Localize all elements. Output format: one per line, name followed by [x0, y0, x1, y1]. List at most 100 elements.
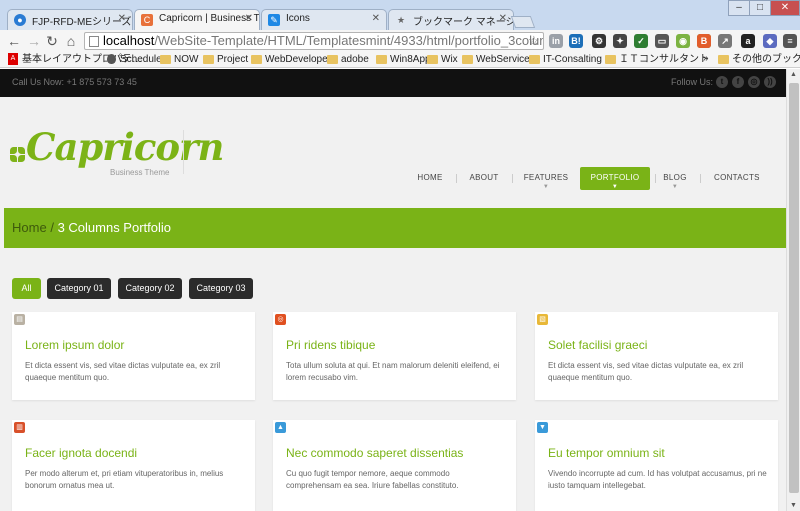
amazon-icon[interactable]: a: [741, 34, 755, 48]
nav-portfolio[interactable]: PORTFOLIO ▼: [580, 167, 650, 190]
hatena-icon[interactable]: B!: [569, 34, 583, 48]
scroll-down-icon[interactable]: ▼: [790, 502, 797, 509]
close-tab-icon[interactable]: ✕: [372, 13, 380, 24]
filter-category-02-button[interactable]: Category 02: [118, 278, 182, 299]
nav-features[interactable]: FEATURES ▼: [522, 173, 570, 190]
bookmark-item[interactable]: IT-Consalting: [529, 53, 602, 66]
cast-icon[interactable]: ▭: [655, 34, 669, 48]
puzzle-icon[interactable]: ✦: [613, 34, 627, 48]
nav-contacts[interactable]: CONTACTS: [714, 173, 760, 182]
portfolio-card-text: Et dicta essent vis, sed vitae dictas vu…: [548, 361, 744, 382]
portfolio-card[interactable]: ▤ Lorem ipsum dolor Et dicta essent vis, s…: [12, 312, 255, 400]
folder-icon: [529, 55, 540, 64]
nav-label: HOME: [417, 173, 443, 182]
bookmark-label: その他のブックマーク: [732, 54, 800, 65]
bookmarks-bar: A 基本レイアウトプロパテ… Schedule NOW Project WebDe…: [0, 52, 800, 68]
minimize-button[interactable]: –: [728, 0, 750, 16]
portfolio-card[interactable]: ▥ Facer ignota docendi Per modo alterum et…: [12, 420, 255, 511]
nav-label: CONTACTS: [714, 173, 760, 182]
twitter-icon[interactable]: t: [716, 76, 728, 88]
bookmark-item[interactable]: adobe: [327, 53, 369, 66]
bookmark-label: IT-Consalting: [543, 54, 602, 65]
facebook-icon[interactable]: f: [732, 76, 744, 88]
bookmark-label: Wix: [441, 54, 458, 65]
url-path: /WebSite-Template/HTML/Templatesmint/493…: [154, 33, 544, 48]
check-icon[interactable]: ✓: [634, 34, 648, 48]
filter-category-01-button[interactable]: Category 01: [47, 278, 111, 299]
apple-icon: [107, 54, 116, 64]
folder-icon: [427, 55, 438, 64]
address-bar[interactable]: localhost/WebSite-Template/HTML/Template…: [84, 32, 544, 50]
shield-icon[interactable]: ◆: [763, 34, 777, 48]
bookmark-star-icon[interactable]: ☆: [528, 33, 540, 49]
bookmarks-overflow-button[interactable]: »: [703, 53, 709, 64]
close-tab-icon[interactable]: ✕: [245, 13, 253, 24]
rss-icon[interactable]: )): [764, 76, 776, 88]
close-window-button[interactable]: ✕: [770, 0, 800, 16]
bookmark-item[interactable]: WebDeveloper: [251, 53, 331, 66]
page-scrollbar[interactable]: ▲ ▼: [786, 69, 800, 511]
browser-tab-4[interactable]: ★ ブックマーク マネージャ ✕: [388, 9, 514, 30]
close-tab-icon[interactable]: ✕: [118, 13, 126, 24]
filter-category-03-button[interactable]: Category 03: [189, 278, 253, 299]
portfolio-card[interactable]: ▧ Solet facilisi graeci Et dicta essent vi…: [535, 312, 778, 400]
bookmark-item[interactable]: Schedule: [106, 53, 162, 66]
browser-tab-1[interactable]: ● FJP-RFD-MEシリーズ【従来 ✕: [7, 9, 133, 30]
nav-divider: [700, 174, 701, 183]
bookmark-label: Schedule: [120, 54, 162, 65]
bookmark-item[interactable]: NOW: [160, 53, 198, 66]
portfolio-card[interactable]: ◎ Pri ridens tibique Tota ullum soluta at …: [273, 312, 516, 400]
breadcrumb-home-link[interactable]: Home: [12, 220, 47, 235]
logo-wordmark: Capricorn: [26, 125, 224, 169]
nav-about[interactable]: ABOUT: [466, 173, 502, 182]
portfolio-card-title[interactable]: Pri ridens tibique: [286, 338, 375, 352]
portfolio-card-title[interactable]: Solet facilisi graeci: [548, 338, 647, 352]
portfolio-card[interactable]: ▼ Eu tempor omnium sit Vivendo incorrupte …: [535, 420, 778, 511]
clover-icon: [10, 147, 26, 163]
bookmark-item[interactable]: WebService: [462, 53, 530, 66]
bookmark-item[interactable]: Wix: [427, 53, 458, 66]
nav-label: PORTFOLIO: [590, 173, 640, 182]
adobe-icon: A: [8, 53, 18, 65]
portfolio-card-title[interactable]: Lorem ipsum dolor: [25, 338, 124, 352]
portfolio-card-text: Et dicta essent vis, sed vitae dictas vu…: [25, 361, 221, 382]
page-title: 3 Columns Portfolio: [57, 220, 172, 235]
other-bookmarks[interactable]: その他のブックマーク: [718, 53, 800, 66]
star-icon: ★: [396, 15, 406, 25]
portfolio-card-text: Tota ullum soluta at qui. Et nam malorum…: [286, 361, 500, 382]
home-icon[interactable]: ⌂: [63, 33, 79, 49]
share-icon[interactable]: ↗: [718, 34, 732, 48]
dribbble-icon[interactable]: ◎: [748, 76, 760, 88]
back-arrow-icon[interactable]: ←: [6, 33, 22, 49]
chevron-down-icon: ▼: [671, 184, 679, 190]
folder-icon: [718, 55, 729, 64]
browser-tab-2[interactable]: C Capricorn | Business Th ✕: [134, 9, 260, 30]
reader-icon[interactable]: in: [549, 34, 563, 48]
bookmark-item[interactable]: ＩＴコンサルタント: [605, 53, 709, 66]
portfolio-card-title[interactable]: Facer ignota docendi: [25, 446, 137, 460]
nav-home[interactable]: HOME: [414, 173, 446, 182]
portfolio-card-title[interactable]: Nec commodo saperet dissentias: [286, 446, 463, 460]
chevron-down-icon: ▼: [542, 184, 550, 190]
shirt-icon: ▲: [275, 422, 286, 433]
filter-all-button[interactable]: All: [12, 278, 41, 299]
scroll-up-icon[interactable]: ▲: [790, 71, 797, 78]
bookmark-item[interactable]: Win8App: [376, 53, 431, 66]
maximize-button[interactable]: □: [749, 0, 771, 16]
nav-blog[interactable]: BLOG ▼: [663, 173, 687, 190]
android-icon[interactable]: ◉: [676, 34, 690, 48]
portfolio-card-text: Vivendo incorrupte ad cum. Id has volutp…: [548, 469, 767, 490]
forward-arrow-icon[interactable]: →: [26, 33, 42, 49]
scrollbar-thumb[interactable]: [789, 83, 799, 493]
reload-icon[interactable]: ↻: [44, 33, 60, 49]
menu-icon[interactable]: ≡: [783, 34, 797, 48]
bitly-icon[interactable]: B: [697, 34, 711, 48]
new-tab-button[interactable]: [510, 16, 536, 28]
browser-tab-3[interactable]: ✎ Icons ✕: [261, 9, 387, 30]
gear-icon[interactable]: ⚙: [592, 34, 606, 48]
portfolio-card[interactable]: ▲ Nec commodo saperet dissentias Cu quo fu…: [273, 420, 516, 511]
call-us-text: Call Us Now: +1 875 573 73 45: [12, 77, 137, 87]
portfolio-card-title[interactable]: Eu tempor omnium sit: [548, 446, 665, 460]
bookmark-item[interactable]: Project: [203, 53, 248, 66]
close-tab-icon[interactable]: ✕: [499, 13, 507, 24]
